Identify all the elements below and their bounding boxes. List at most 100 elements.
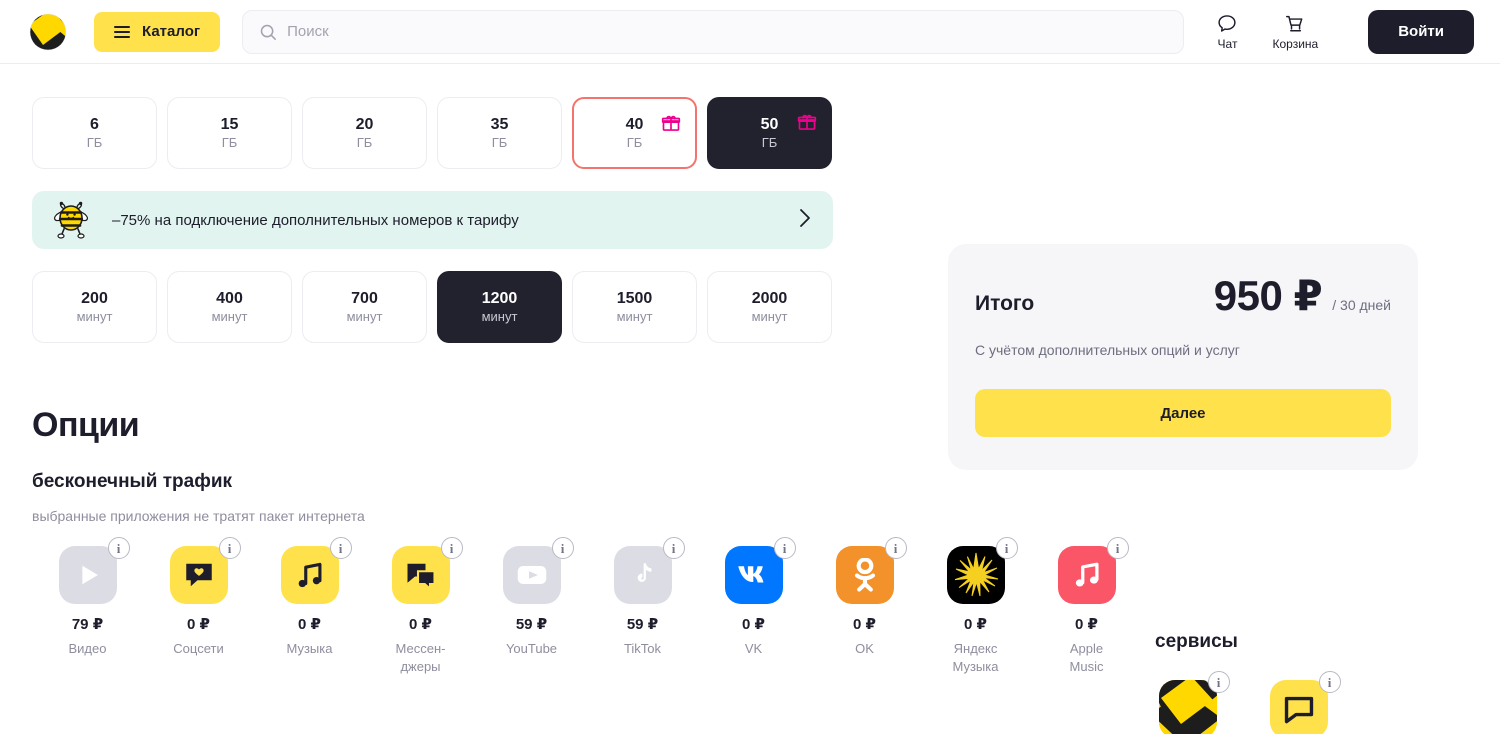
app-icon-wrap: i [58, 537, 130, 604]
app-icon-wrap: i [946, 537, 1018, 604]
app-tile-music[interactable]: i 0 ₽ Музыка [254, 537, 365, 675]
gb-chip-value: 35 [490, 116, 509, 134]
gb-chip-20[interactable]: 20 ГБ [302, 97, 427, 169]
app-name: Мессен- джеры [395, 641, 446, 674]
gb-chip-value: 6 [90, 116, 99, 134]
minutes-chip-value: 2000 [751, 290, 788, 308]
app-name: YouTube [505, 641, 558, 656]
chat-button[interactable]: Чат [1206, 13, 1248, 51]
summary-price-group: 950 ₽ / 30 дней [1214, 271, 1391, 320]
bee-mascot-icon [48, 197, 94, 243]
app-price: 0 ₽ [298, 616, 321, 633]
gb-chip-row: 6 ГБ 15 ГБ 20 ГБ 35 ГБ 40 ГБ 50 ГБ [32, 97, 1468, 169]
summary-title: Итого [975, 292, 1035, 315]
app-tile-video[interactable]: i 79 ₽ Видео [32, 537, 143, 675]
info-icon[interactable]: i [773, 537, 796, 559]
gb-chip-value: 40 [625, 116, 644, 134]
app-price: 59 ₽ [515, 616, 548, 633]
app-price: 0 ₽ [187, 616, 210, 633]
app-icon-wrap: i [724, 537, 796, 604]
app-icon-wrap: i [391, 537, 463, 604]
minutes-chip-unit: минут [616, 308, 653, 324]
app-tile-messengers[interactable]: i 0 ₽ Мессен- джеры [365, 537, 476, 675]
app-tile-ok[interactable]: i 0 ₽ OK [809, 537, 920, 675]
apple-music-icon [1057, 546, 1116, 604]
minutes-chip-400[interactable]: 400 минут [167, 271, 292, 343]
app-icon-wrap: i [502, 537, 574, 604]
app-price: 0 ₽ [853, 616, 876, 633]
search-placeholder: Поиск [287, 23, 329, 40]
summary-header: Итого 950 ₽ / 30 дней [975, 271, 1391, 320]
info-icon[interactable]: i [884, 537, 907, 559]
info-icon[interactable]: i [107, 537, 130, 559]
chat-label: Чат [1217, 36, 1238, 51]
gb-chip-unit: ГБ [626, 134, 643, 150]
gb-chip-50[interactable]: 50 ГБ [707, 97, 832, 169]
app-price: 0 ₽ [964, 616, 987, 633]
next-button[interactable]: Далее [975, 389, 1391, 437]
shopping-cart-icon [1286, 15, 1303, 32]
info-icon[interactable]: i [1207, 671, 1230, 693]
beeline-bee-logo-icon[interactable] [26, 10, 70, 54]
app-name: Яндекс Музыка [952, 641, 999, 674]
app-tile-vk[interactable]: i 0 ₽ VK [698, 537, 809, 675]
gb-chip-40[interactable]: 40 ГБ [572, 97, 697, 169]
youtube-icon [502, 546, 561, 604]
app-name: Музыка [286, 641, 333, 656]
gb-chip-6[interactable]: 6 ГБ [32, 97, 157, 169]
search-input[interactable]: Поиск [242, 9, 1185, 54]
app-tile-youtube[interactable]: i 59 ₽ YouTube [476, 537, 587, 675]
video-play-icon [58, 546, 117, 604]
minutes-chip-700[interactable]: 700 минут [302, 271, 427, 343]
login-button[interactable]: Войти [1368, 9, 1474, 54]
minutes-chip-200[interactable]: 200 минут [32, 271, 157, 343]
service-tile-100-sms[interactable]: i 30 ₽ 100 SMS [1243, 671, 1354, 734]
minutes-chip-1500[interactable]: 1500 минут [572, 271, 697, 343]
minutes-chip-value: 700 [351, 290, 378, 308]
app-tile-tiktok[interactable]: i 59 ₽ TikTok [587, 537, 698, 675]
info-icon[interactable]: i [1106, 537, 1129, 559]
gb-chip-15[interactable]: 15 ГБ [167, 97, 292, 169]
gb-chip-unit: ГБ [221, 134, 238, 150]
service-tile-list: i 60 ₽ Звонки на билайн i 30 ₽ 100 SMS [1132, 671, 1354, 734]
info-icon[interactable]: i [218, 537, 241, 559]
app-name: Соцсети [173, 641, 224, 656]
messenger-chat-icon [391, 546, 450, 604]
summary-total-price: 950 ₽ [1213, 272, 1323, 319]
vk-icon [724, 546, 783, 604]
promo-banner[interactable]: –75% на подключение дополнительных номер… [32, 191, 833, 249]
app-price: 0 ₽ [742, 616, 765, 633]
minutes-chip-1200[interactable]: 1200 минут [437, 271, 562, 343]
app-name: Apple Music [1069, 641, 1104, 674]
app-icon-wrap: i [1057, 537, 1129, 604]
minutes-chip-value: 200 [81, 290, 108, 308]
app-icon-wrap: i [613, 537, 685, 604]
gb-chip-unit: ГБ [491, 134, 508, 150]
app-tile-apple-music[interactable]: i 0 ₽ Apple Music [1031, 537, 1142, 675]
minutes-chip-unit: минут [481, 308, 518, 324]
info-icon[interactable]: i [662, 537, 685, 559]
minutes-chip-unit: минут [211, 308, 248, 324]
service-tile-beeline-calls[interactable]: i 60 ₽ Звонки на билайн [1132, 671, 1243, 734]
yandex-music-icon [946, 546, 1005, 604]
app-icon-wrap: i [169, 537, 241, 604]
app-icon-wrap: i [835, 537, 907, 604]
search-icon [260, 24, 277, 40]
catalog-button[interactable]: Каталог [94, 11, 221, 52]
info-icon[interactable]: i [1318, 671, 1341, 693]
minutes-chip-2000[interactable]: 2000 минут [707, 271, 832, 343]
info-icon[interactable]: i [995, 537, 1018, 559]
info-icon[interactable]: i [329, 537, 352, 559]
tiktok-icon [613, 546, 672, 604]
chevron-right-icon[interactable] [799, 208, 811, 233]
services-title: сервисы [1155, 631, 1238, 652]
app-tile-socnets[interactable]: i 0 ₽ Соцсети [143, 537, 254, 675]
cart-button[interactable]: Корзина [1272, 13, 1318, 51]
social-heart-icon [169, 546, 228, 604]
app-tile-yandex-music[interactable]: i 0 ₽ Яндекс Музыка [920, 537, 1031, 675]
info-icon[interactable]: i [551, 537, 574, 559]
gb-chip-35[interactable]: 35 ГБ [437, 97, 562, 169]
info-icon[interactable]: i [440, 537, 463, 559]
app-name: TikTok [623, 641, 662, 656]
app-icon-wrap: i [280, 537, 352, 604]
